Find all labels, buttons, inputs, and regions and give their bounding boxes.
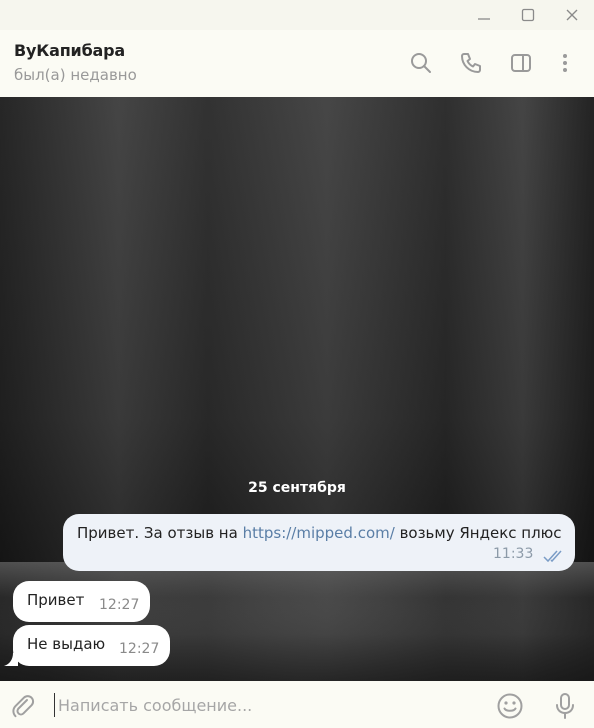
close-button[interactable] xyxy=(550,0,594,30)
message-composer xyxy=(0,681,594,728)
paperclip-icon xyxy=(12,695,35,718)
message-time: 12:27 xyxy=(119,641,160,657)
window-titlebar xyxy=(0,0,594,30)
chat-title[interactable]: ВуКапибара xyxy=(14,41,125,60)
message-link[interactable]: https://mipped.com/ xyxy=(243,524,395,542)
message-bubble-outgoing[interactable]: Привет. За отзыв на https://mipped.com/ … xyxy=(63,514,575,571)
toggle-sidebar-button[interactable] xyxy=(507,49,535,77)
message-text: Привет. За отзыв на https://mipped.com/ … xyxy=(77,524,562,542)
date-separator: 25 сентября xyxy=(248,480,346,496)
chat-status: был(а) недавно xyxy=(14,66,137,84)
bubble-tail xyxy=(4,653,18,666)
message-time: 12:27 xyxy=(99,597,140,613)
message-text: Не выдаю xyxy=(27,635,106,653)
more-menu-button[interactable] xyxy=(551,49,579,77)
phone-icon xyxy=(461,53,481,73)
call-button[interactable] xyxy=(457,49,485,77)
message-bubble-incoming[interactable]: Не выдаю 12:27 xyxy=(13,625,170,666)
message-text: Привет xyxy=(27,591,85,609)
message-time: 11:33 xyxy=(493,546,534,562)
search-icon xyxy=(411,53,431,73)
double-check-icon xyxy=(543,550,562,563)
emoji-button[interactable] xyxy=(495,691,525,721)
minimize-icon xyxy=(478,18,490,20)
microphone-icon xyxy=(556,693,574,719)
maximize-icon xyxy=(521,8,535,22)
maximize-button[interactable] xyxy=(506,0,550,30)
sidebar-panel-icon xyxy=(511,54,531,72)
message-input[interactable] xyxy=(54,693,474,717)
more-vertical-icon xyxy=(563,54,567,72)
close-icon xyxy=(566,9,578,21)
chat-header: ВуКапибара был(а) недавно xyxy=(0,30,594,97)
minimize-button[interactable] xyxy=(462,0,506,30)
message-bubble-incoming[interactable]: Привет 12:27 xyxy=(13,581,150,622)
emoji-icon xyxy=(497,693,523,719)
voice-record-button[interactable] xyxy=(550,691,580,721)
chat-history[interactable]: 25 сентября Привет. За отзыв на https://… xyxy=(0,97,594,681)
attach-button[interactable] xyxy=(8,691,38,721)
search-button[interactable] xyxy=(407,49,435,77)
